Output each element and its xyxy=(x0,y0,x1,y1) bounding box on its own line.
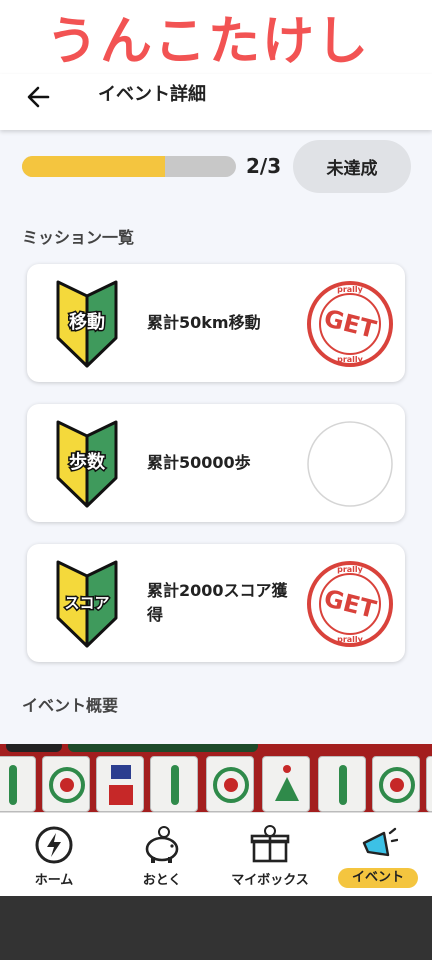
nav-label: ホーム xyxy=(34,873,74,888)
mahjong-tile xyxy=(96,756,144,812)
mahjong-tile xyxy=(318,756,366,812)
back-arrow-icon xyxy=(27,86,50,108)
event-overview-heading: イベント概要 xyxy=(22,696,119,715)
beginner-mark-icon: スコア xyxy=(56,560,118,648)
gift-box-icon xyxy=(250,825,290,863)
nav-item-home[interactable]: ホーム xyxy=(0,813,108,897)
nav-item-deals[interactable]: おとく xyxy=(108,813,216,897)
mahjong-tile xyxy=(372,756,420,812)
svg-text:prally: prally xyxy=(337,355,364,364)
mission-label: 累計50km移動 xyxy=(147,313,261,332)
mission-card[interactable]: 歩数 累計50000歩 xyxy=(27,404,405,522)
system-bar xyxy=(0,896,432,960)
status-button[interactable]: 未達成 xyxy=(293,140,411,193)
mahjong-tile xyxy=(150,756,198,812)
mission-badge-text: スコア xyxy=(64,594,109,612)
mission-card[interactable]: スコア 累計2000スコア獲得 prally prally GET xyxy=(27,544,405,662)
nav-item-event[interactable]: イベント xyxy=(324,813,432,897)
mahjong-tile xyxy=(0,756,36,812)
empty-stamp-slot xyxy=(307,421,393,507)
mahjong-tile xyxy=(426,756,432,812)
beginner-mark-icon: 移動 xyxy=(56,280,118,368)
banner-chip xyxy=(6,744,62,752)
svg-text:prally: prally xyxy=(337,635,364,644)
get-stamp-icon: prally prally GET xyxy=(307,561,393,647)
progress-bar-fill xyxy=(22,156,165,177)
svg-text:prally: prally xyxy=(337,565,364,574)
megaphone-icon xyxy=(362,827,398,857)
mission-label: 累計2000スコア獲得 xyxy=(147,581,288,624)
banner-chip xyxy=(68,744,258,752)
get-stamp-icon: prally prally GET xyxy=(307,281,393,367)
brand-title: うんこたけし xyxy=(46,12,371,72)
nav-label: おとく xyxy=(142,873,182,888)
mission-card[interactable]: 移動 累計50km移動 prally prally GET xyxy=(27,264,405,382)
piggy-bank-icon xyxy=(145,826,179,863)
brand-header: うんこたけし xyxy=(0,0,432,80)
mission-badge-text: 歩数 xyxy=(69,451,106,473)
nav-label: マイボックス xyxy=(231,873,309,888)
event-banner-image[interactable] xyxy=(0,744,432,812)
mahjong-tile xyxy=(262,756,310,812)
app-bar: イベント詳細 xyxy=(0,74,432,130)
svg-text:prally: prally xyxy=(337,285,364,294)
mahjong-tile xyxy=(206,756,254,812)
mahjong-tile xyxy=(42,756,90,812)
page-title: イベント詳細 xyxy=(98,84,206,105)
progress-bar xyxy=(22,156,236,177)
bottom-nav: ホーム おとく マイボックス イベント xyxy=(0,812,432,896)
beginner-mark-icon: 歩数 xyxy=(56,420,118,508)
back-button[interactable] xyxy=(24,82,54,112)
mission-list-heading: ミッション一覧 xyxy=(22,228,135,247)
nav-label: イベント xyxy=(338,868,418,888)
stamp-text: GET xyxy=(321,304,379,344)
mission-badge-text: 移動 xyxy=(69,311,105,333)
nav-item-mybox[interactable]: マイボックス xyxy=(216,813,324,897)
lightning-icon xyxy=(35,826,73,864)
mission-label: 累計50000歩 xyxy=(147,453,251,472)
stamp-text: GET xyxy=(321,584,379,624)
progress-count: 2/3 xyxy=(246,154,282,178)
